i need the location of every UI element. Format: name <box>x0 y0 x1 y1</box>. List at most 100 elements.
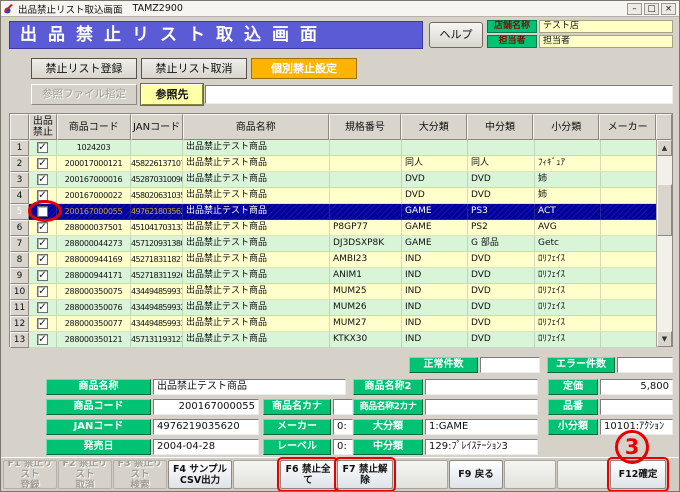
scroll-down-icon[interactable]: ▼ <box>657 331 672 347</box>
table-row[interactable]: 3✓2001670000164528703100903出品禁止テスト商品DVDD… <box>10 172 672 188</box>
ban-checkbox[interactable]: ✓ <box>37 270 48 281</box>
footer-button-blank-1 <box>233 460 279 489</box>
cell-sho: Getc <box>535 236 601 252</box>
ban-checkbox[interactable]: ✓ <box>37 174 48 185</box>
product-name-kana-field[interactable] <box>333 399 353 415</box>
cell-name: 出品禁止テスト商品 <box>183 156 330 172</box>
cell-jan: 4344948599326 <box>131 300 183 316</box>
cell-code: 288000037501 <box>57 220 131 236</box>
tab-ban-list-register[interactable]: 禁止リスト登録 <box>31 58 137 79</box>
table-row[interactable]: 9✓2880009441714527183119269出品禁止テスト商品ANIM… <box>10 268 672 284</box>
major-category-field[interactable]: 1:GAME <box>425 419 538 435</box>
tab-individual-ban-setting[interactable]: 個別禁止設定 <box>251 58 357 79</box>
table-row[interactable]: 6✓2880000375014510417031321出品禁止テスト商品P8GP… <box>10 220 672 236</box>
header-standard-number: 規格番号 <box>329 114 401 140</box>
table-row[interactable]: 11✓2880003500764344948599326出品禁止テスト商品MUM… <box>10 300 672 316</box>
file-specify-button[interactable]: 参照ファイル指定 <box>31 84 137 105</box>
close-icon[interactable]: × <box>661 3 676 15</box>
cell-code: 1024203 <box>57 140 131 156</box>
staff-field[interactable]: 担当者 <box>539 35 673 48</box>
table-row[interactable]: 12✓2880003500774344948599333出品禁止テスト商品MUM… <box>10 316 672 332</box>
part-number-label: 品番 <box>548 399 598 415</box>
ban-checkbox[interactable]: ✓ <box>37 190 48 201</box>
cell-kik <box>330 140 402 156</box>
table-row[interactable]: 13✓2880003501214571311931213出品禁止テスト商品KTK… <box>10 332 672 348</box>
table-row[interactable]: 8✓2880009441694527183118276出品禁止テスト商品AMBI… <box>10 252 672 268</box>
browse-button[interactable]: 参照先 <box>141 84 203 105</box>
footer-button-f9[interactable]: F9 戻る <box>449 460 503 489</box>
footer-button-f2[interactable]: F2 禁止リスト 取消 <box>58 460 112 489</box>
product-name2-label: 商品名称2 <box>353 379 423 395</box>
cell-dai: 同人 <box>402 156 468 172</box>
cell-kik: MUM27 <box>330 316 402 332</box>
footer-button-blank-2 <box>394 460 448 489</box>
cell-chu <box>468 140 535 156</box>
ban-checkbox[interactable]: ✓ <box>37 142 48 153</box>
table-row[interactable]: 1✓1024203出品禁止テスト商品 <box>10 140 672 156</box>
jan-code-field[interactable]: 4976219035620 <box>153 419 259 435</box>
help-button[interactable]: ヘルプ <box>429 22 483 48</box>
normal-count-field[interactable] <box>480 357 540 373</box>
ban-checkbox[interactable]: ✓ <box>37 334 48 345</box>
product-name2-field[interactable] <box>425 379 538 395</box>
list-price-field[interactable]: 5,800 <box>600 379 673 395</box>
record-label-field[interactable]: 0: <box>333 439 353 455</box>
footer-button-f3[interactable]: F3 禁止リスト 検索 <box>113 460 167 489</box>
ban-checkbox[interactable]: ✓ <box>37 222 48 233</box>
footer-button-f4[interactable]: F4 サンプル CSV出力 <box>168 460 232 489</box>
release-date-field[interactable]: 2004-04-28 <box>153 439 259 455</box>
table-row[interactable]: 7✓2880000442734571209313803出品禁止テスト商品DJ3D… <box>10 236 672 252</box>
scroll-up-icon[interactable]: ▲ <box>657 140 672 156</box>
ban-checkbox[interactable]: ✓ <box>37 254 48 265</box>
cell-kik: MUM25 <box>330 284 402 300</box>
cell-code: 200017000121 <box>57 156 131 172</box>
ban-checkbox[interactable]: ✓ <box>37 238 48 249</box>
store-name-field[interactable]: テスト店 <box>539 20 673 33</box>
maker-field[interactable]: 0: <box>333 419 353 435</box>
cell-mak <box>601 284 658 300</box>
ban-checkbox[interactable]: ✓ <box>37 286 48 297</box>
window-title: 出品禁止リスト取込画面 <box>18 2 123 16</box>
cell-chu: DVD <box>468 188 535 204</box>
tab-ban-list-cancel[interactable]: 禁止リスト取消 <box>141 58 247 79</box>
cell-code: 288000944169 <box>57 252 131 268</box>
error-count-field[interactable] <box>617 357 673 373</box>
ban-checkbox[interactable]: ✓ <box>37 318 48 329</box>
footer-button-f6[interactable]: F6 禁止全て <box>280 460 336 489</box>
cell-chu: DVD <box>468 252 535 268</box>
table-row[interactable]: 52001670000554976218035620出品禁止テスト商品GAMEP… <box>10 204 672 220</box>
cell-name: 出品禁止テスト商品 <box>183 172 330 188</box>
product-name-field[interactable]: 出品禁止テスト商品 <box>153 379 346 395</box>
footer-button-f7[interactable]: F7 禁止解除 <box>337 460 393 489</box>
app-window: 出品禁止リスト取込画面 TAMZ2900 – □ × 出品禁止リスト取込画面 ヘ… <box>0 0 680 492</box>
product-code-field[interactable]: 200167000055 <box>153 399 259 415</box>
staff-label: 担当者 <box>487 35 537 48</box>
table-row[interactable]: 4✓2001670000224580206310357出品禁止テスト商品DVDD… <box>10 188 672 204</box>
footer-button-f12[interactable]: F12確定 <box>610 460 666 489</box>
footer-button-f1[interactable]: F1 禁止リスト 登録 <box>3 460 57 489</box>
middle-category-field[interactable]: 129:ﾌﾟﾚｲｽﾃｰｼｮﾝ3 <box>425 439 538 455</box>
minimize-icon[interactable]: – <box>627 3 642 15</box>
release-date-label: 発売日 <box>46 439 151 455</box>
file-path-field[interactable] <box>205 85 673 104</box>
cell-code: 288000350076 <box>57 300 131 316</box>
table-row[interactable]: 2✓2000170001214582261371076出品禁止テスト商品同人同人… <box>10 156 672 172</box>
cell-chk: ✓ <box>29 140 57 156</box>
cell-dai <box>402 140 468 156</box>
vertical-scrollbar[interactable]: ▲ ▼ <box>656 140 672 347</box>
ban-checkbox[interactable]: ✓ <box>37 302 48 313</box>
cell-kik: P8GP77 <box>330 220 402 236</box>
cell-mak <box>601 156 658 172</box>
product-name2-kana-field[interactable] <box>425 399 538 415</box>
cell-chu: PS2 <box>468 220 535 236</box>
cell-mak <box>601 252 658 268</box>
table-row[interactable]: 10✓2880003500754344948599319出品禁止テスト商品MUM… <box>10 284 672 300</box>
maximize-icon[interactable]: □ <box>644 3 659 15</box>
footer-button-blank-4 <box>557 460 609 489</box>
cell-jan <box>131 140 183 156</box>
scrollbar-thumb[interactable] <box>657 184 672 236</box>
ban-checkbox[interactable]: ✓ <box>37 158 48 169</box>
ban-checkbox[interactable] <box>37 206 48 217</box>
part-number-field[interactable] <box>600 399 673 415</box>
cell-dai: IND <box>402 316 468 332</box>
